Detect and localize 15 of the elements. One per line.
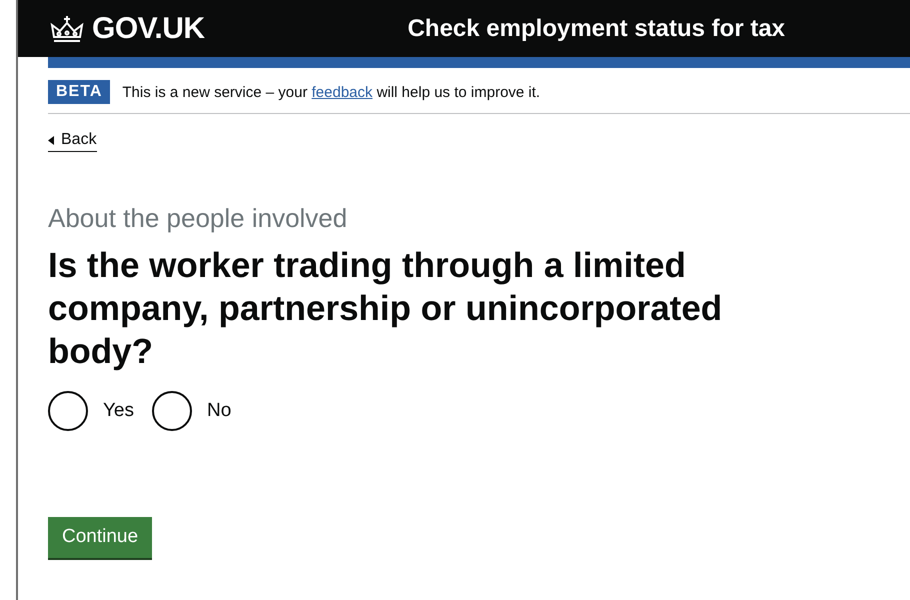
- radio-label[interactable]: Yes: [103, 400, 134, 422]
- question-heading: Is the worker trading through a limited company, partnership or unincorporated body?: [48, 245, 724, 373]
- caret-icon: [48, 136, 54, 144]
- crown-icon: [50, 14, 84, 42]
- phase-tag: BETA: [48, 80, 110, 104]
- back-link[interactable]: Back: [48, 131, 97, 152]
- radio-label[interactable]: No: [207, 400, 232, 422]
- question-caption: About the people involved: [48, 203, 348, 234]
- radio-button[interactable]: [152, 391, 192, 431]
- radio-button[interactable]: [48, 391, 88, 431]
- banner-text: This is a new service – your feedback will help us to improve it.: [122, 84, 540, 100]
- service-name[interactable]: Check employment status for tax: [408, 14, 786, 42]
- logo-text[interactable]: GOV.UK: [92, 12, 205, 46]
- feedback-link[interactable]: feedback: [312, 84, 373, 100]
- continue-button[interactable]: Continue: [48, 517, 152, 558]
